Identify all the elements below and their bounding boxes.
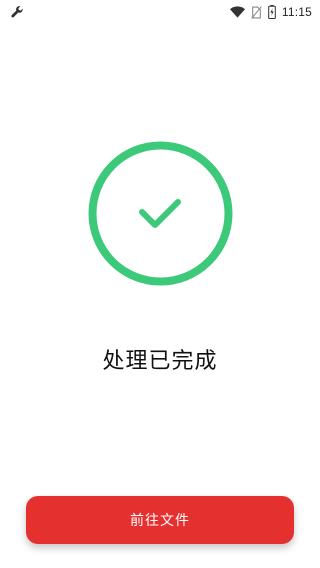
go-to-files-button[interactable]: 前往文件 — [26, 496, 294, 544]
status-right: 11:15 — [229, 5, 312, 19]
wifi-icon — [229, 6, 245, 18]
battery-charging-icon — [268, 5, 276, 19]
wrench-icon — [10, 5, 24, 19]
status-time: 11:15 — [281, 5, 312, 19]
status-left — [10, 5, 24, 19]
screen: 11:15 处理已完成 前往文件 — [0, 0, 320, 568]
no-sim-icon — [251, 5, 262, 19]
check-circle-icon — [88, 141, 233, 286]
status-bar: 11:15 — [0, 0, 320, 24]
result-title: 处理已完成 — [102, 349, 218, 374]
go-to-files-label: 前往文件 — [130, 513, 190, 529]
